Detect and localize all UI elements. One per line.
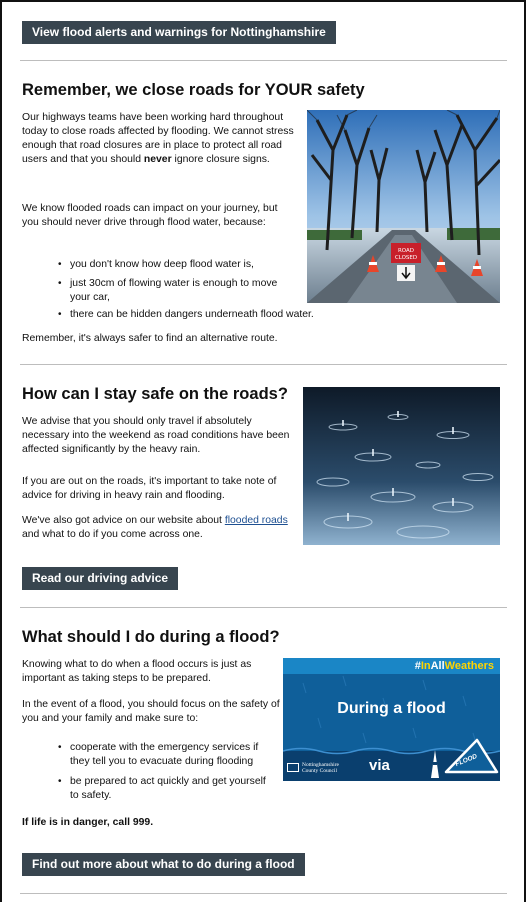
list-item: there can be hidden dangers underneath f… (70, 309, 314, 320)
section2-paragraph-2: If you are out on the roads, it's import… (22, 476, 277, 501)
section1-paragraph-2: We know flooded roads can impact on your… (22, 203, 278, 228)
during-a-flood-graphic: #InAllWeathers During a flood Nottingham… (283, 658, 500, 781)
bullet-marker: • (58, 742, 62, 753)
section2-paragraph-1: We advise that you should only travel if… (22, 416, 290, 455)
list-item: just 30cm of flowing water is enough to … (70, 278, 278, 303)
section1-paragraph-1: Our highways teams have been working har… (22, 112, 294, 165)
bullet-marker: • (58, 776, 62, 787)
flooded-roads-link[interactable]: flooded roads (225, 515, 288, 526)
svg-text:ROAD: ROAD (398, 248, 414, 254)
view-flood-alerts-button[interactable]: View flood alerts and warnings for Notti… (22, 21, 336, 44)
section1-closing: Remember, it's always safer to find an a… (22, 333, 278, 344)
hashtag-label: #InAllWeathers (414, 660, 494, 672)
svg-text:CLOSED: CLOSED (395, 255, 417, 261)
graphic-title: During a flood (337, 700, 446, 717)
bullet-marker: • (58, 278, 62, 289)
divider (20, 364, 507, 365)
divider (20, 60, 507, 61)
section2-paragraph-3: We've also got advice on our website abo… (22, 515, 288, 540)
section3-paragraph-2: In the event of a flood, you should focu… (22, 699, 280, 724)
council-name: Nottinghamshire County Council (302, 762, 339, 774)
section-heading-stay-safe: How can I stay safe on the roads? (22, 385, 288, 403)
read-driving-advice-button[interactable]: Read our driving advice (22, 567, 179, 590)
flooded-road-photo: ROAD CLOSED (307, 110, 500, 303)
section3-paragraph-1: Knowing what to do when a flood occurs i… (22, 659, 252, 684)
section-heading-during-flood: What should I do during a flood? (22, 628, 280, 646)
emergency-call-text: If life is in danger, call 999. (22, 817, 154, 828)
list-item: cooperate with the emergency services if… (70, 742, 259, 767)
list-item: you don't know how deep flood water is, (70, 259, 254, 270)
bullet-marker: • (58, 309, 62, 320)
divider (20, 607, 507, 608)
list-item: be prepared to act quickly and get yours… (70, 776, 266, 801)
council-logo-icon (287, 763, 299, 772)
find-out-more-flood-button[interactable]: Find out more about what to do during a … (22, 853, 305, 876)
bullet-marker: • (58, 259, 62, 270)
divider (20, 893, 507, 894)
via-logo: via (369, 757, 390, 774)
section-heading-road-safety: Remember, we close roads for YOUR safety (22, 81, 365, 99)
rain-puddle-photo (303, 387, 500, 545)
